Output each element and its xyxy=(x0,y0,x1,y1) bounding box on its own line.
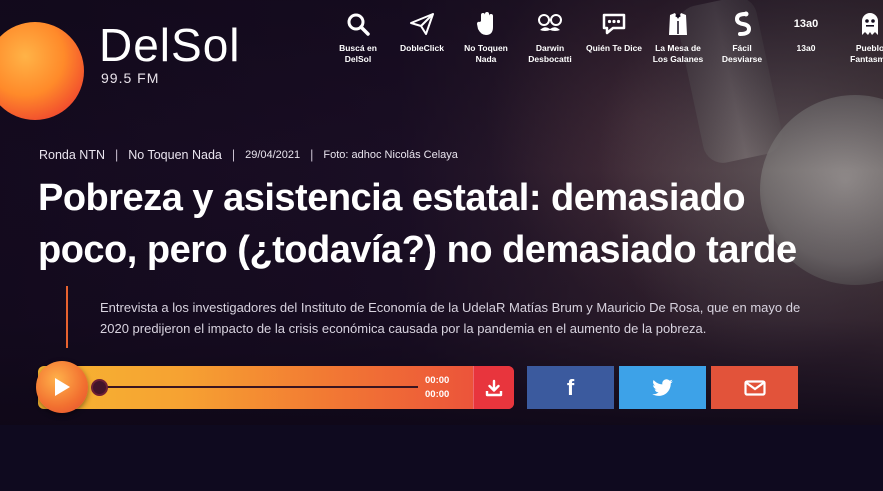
section-link[interactable]: Ronda NTN xyxy=(39,148,105,162)
nav-item-dobleclick[interactable]: DobleClick xyxy=(390,10,454,65)
article-title-line-2: poco, pero (¿todavía?) no demasiado tard… xyxy=(38,229,797,271)
mustache-glasses-icon xyxy=(534,10,566,38)
current-time: 00:00 xyxy=(425,375,450,386)
meta-separator: | xyxy=(231,148,236,162)
twitter-icon xyxy=(651,378,673,396)
nav-item-no-toquen-nada[interactable]: No Toquen Nada xyxy=(454,10,518,65)
nav-item-label: No Toquen Nada xyxy=(464,43,508,64)
nav-item-pueblo-fantasma[interactable]: Pueblo Fantasma xyxy=(838,10,883,65)
article-lede-line-1: Entrevista a los investigadores del Inst… xyxy=(100,300,801,315)
article-date: 29/04/2021 xyxy=(245,149,301,161)
progress-handle[interactable] xyxy=(91,379,108,396)
nav-item-busca[interactable]: Buscá en DelSol xyxy=(326,10,390,65)
nav-item-label: La Mesa de Los Galanes xyxy=(652,43,704,64)
program-link[interactable]: No Toquen Nada xyxy=(128,148,222,162)
chat-bubble-icon xyxy=(598,10,630,38)
play-button[interactable] xyxy=(36,361,88,413)
nav-item-label: DobleClick xyxy=(400,43,444,53)
nav-item-label: Buscá en DelSol xyxy=(339,43,377,64)
meta-separator: | xyxy=(310,148,314,162)
tuxedo-icon xyxy=(662,10,694,38)
nav-item-label: 13a0 xyxy=(796,43,816,53)
content-band xyxy=(0,425,883,491)
nav-item-13a0[interactable]: 13a0 13a0 xyxy=(774,10,838,65)
program-nav: Buscá en DelSol DobleClick No Toquen Nad… xyxy=(326,10,883,65)
download-button[interactable] xyxy=(473,366,514,409)
nav-item-facil-desviarse[interactable]: Fácil Desviarse xyxy=(710,10,774,65)
share-twitter-button[interactable] xyxy=(619,366,706,409)
facebook-icon: f xyxy=(566,374,575,400)
lede-accent-bar xyxy=(66,286,68,348)
13a0-logo-icon: 13a0 xyxy=(793,18,819,30)
snake-icon xyxy=(726,10,758,38)
article-lede: Entrevista a los investigadores del Inst… xyxy=(100,297,883,339)
nav-item-label: Fácil Desviarse xyxy=(721,43,763,64)
logo-wordmark[interactable]: DelSol xyxy=(99,18,241,72)
play-icon xyxy=(55,378,70,396)
article-title: Pobreza y asistencia estatal: demasiado … xyxy=(38,172,797,276)
nav-item-darwin[interactable]: Darwin Desbocatti xyxy=(518,10,582,65)
download-icon xyxy=(485,379,503,396)
nav-item-label: Pueblo Fantasma xyxy=(850,43,883,64)
paper-plane-icon xyxy=(406,10,438,38)
ghost-icon xyxy=(854,10,883,38)
meta-separator: | xyxy=(115,148,119,162)
nav-item-la-mesa[interactable]: La Mesa de Los Galanes xyxy=(646,10,710,65)
nav-item-label: Quién Te Dice xyxy=(585,43,643,53)
hand-icon xyxy=(470,10,502,38)
article-lede-line-2: 2020 predijeron el impacto de la crisis … xyxy=(100,321,707,336)
article-title-line-1: Pobreza y asistencia estatal: demasiado xyxy=(38,177,746,219)
nav-item-quien-te-dice[interactable]: Quién Te Dice xyxy=(582,10,646,65)
mail-icon xyxy=(743,379,766,396)
nav-item-label: Darwin Desbocatti xyxy=(528,43,572,64)
progress-track[interactable] xyxy=(98,386,418,388)
photo-credit: Foto: adhoc Nicolás Celaya xyxy=(323,149,458,161)
duration-time: 00:00 xyxy=(425,389,450,400)
search-icon xyxy=(342,10,374,38)
share-email-button[interactable] xyxy=(711,366,798,409)
share-facebook-button[interactable]: f xyxy=(527,366,614,409)
logo-frequency: 99.5 FM xyxy=(101,70,160,86)
article-meta: Ronda NTN | No Toquen Nada | 29/04/2021 … xyxy=(39,148,458,162)
